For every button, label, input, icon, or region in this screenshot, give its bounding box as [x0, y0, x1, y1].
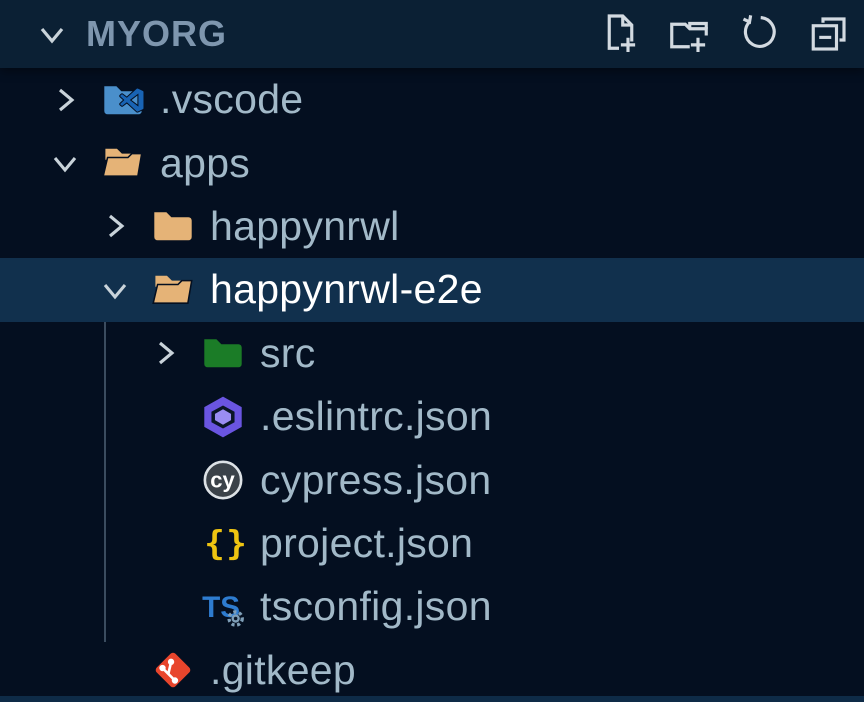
chevron-right-icon[interactable]	[98, 209, 150, 243]
tree-item-label: apps	[160, 140, 250, 187]
json-braces-icon: {}	[200, 521, 248, 565]
tree-item-happynrwl[interactable]: happynrwl	[0, 195, 864, 258]
tree-item-label: .eslintrc.json	[260, 393, 492, 440]
git-icon	[150, 648, 198, 692]
new-file-icon	[595, 10, 643, 58]
chevron-right-icon[interactable]	[148, 336, 200, 370]
tree-item-eslintrc-json[interactable]: .eslintrc.json	[0, 385, 864, 448]
tree-item-tsconfig-json[interactable]: TS tsconfig.json	[0, 575, 864, 638]
tree-item-project-json[interactable]: {} project.json	[0, 512, 864, 575]
cypress-icon: cy	[200, 458, 248, 502]
collapse-all-button[interactable]	[802, 7, 856, 61]
indent-guide	[104, 322, 106, 642]
folder-open-icon	[150, 268, 198, 312]
partial-row-highlight	[0, 696, 864, 702]
tree-item-label: project.json	[260, 520, 473, 567]
tree-item-label: happynrwl	[210, 203, 400, 250]
tree-item-label: .vscode	[160, 76, 303, 123]
chevron-right-icon[interactable]	[48, 83, 100, 117]
header-actions	[592, 7, 856, 61]
tree-item-apps[interactable]: apps	[0, 131, 864, 194]
tree-item-label: cypress.json	[260, 457, 491, 504]
tree-item-vscode[interactable]: .vscode	[0, 68, 864, 131]
tree-item-label: .gitkeep	[210, 647, 356, 694]
chevron-down-icon[interactable]	[48, 146, 100, 180]
eslint-icon	[200, 395, 248, 439]
file-tree: .vscode apps happynrwl happynrwl-e2e src .esl…	[0, 68, 864, 702]
refresh-icon	[736, 11, 782, 57]
svg-text:{: {	[204, 525, 225, 565]
tsconfig-icon: TS	[200, 585, 248, 629]
explorer-section-header[interactable]: MYORG	[0, 0, 864, 68]
svg-text:cy: cy	[210, 468, 235, 493]
tree-item-label: src	[260, 330, 316, 377]
chevron-down-icon	[34, 16, 70, 52]
new-folder-icon	[665, 10, 713, 58]
svg-text:}: }	[226, 525, 247, 565]
tree-item-cypress-json[interactable]: cy cypress.json	[0, 448, 864, 511]
new-folder-button[interactable]	[662, 7, 716, 61]
folder-icon	[150, 204, 198, 248]
explorer-panel: MYORG	[0, 0, 864, 702]
tree-item-label: happynrwl-e2e	[210, 266, 483, 313]
tree-item-happynrwl-e2e[interactable]: happynrwl-e2e	[0, 258, 864, 321]
src-folder-icon	[200, 331, 248, 375]
new-file-button[interactable]	[592, 7, 646, 61]
collapse-all-icon	[805, 10, 853, 58]
vscode-folder-icon	[100, 78, 148, 122]
folder-open-icon	[100, 141, 148, 185]
chevron-down-icon[interactable]	[98, 273, 150, 307]
refresh-button[interactable]	[732, 7, 786, 61]
tree-item-src[interactable]: src	[0, 322, 864, 385]
tree-item-gitkeep[interactable]: .gitkeep	[0, 639, 864, 702]
tree-item-label: tsconfig.json	[260, 583, 492, 630]
section-title: MYORG	[86, 13, 592, 55]
